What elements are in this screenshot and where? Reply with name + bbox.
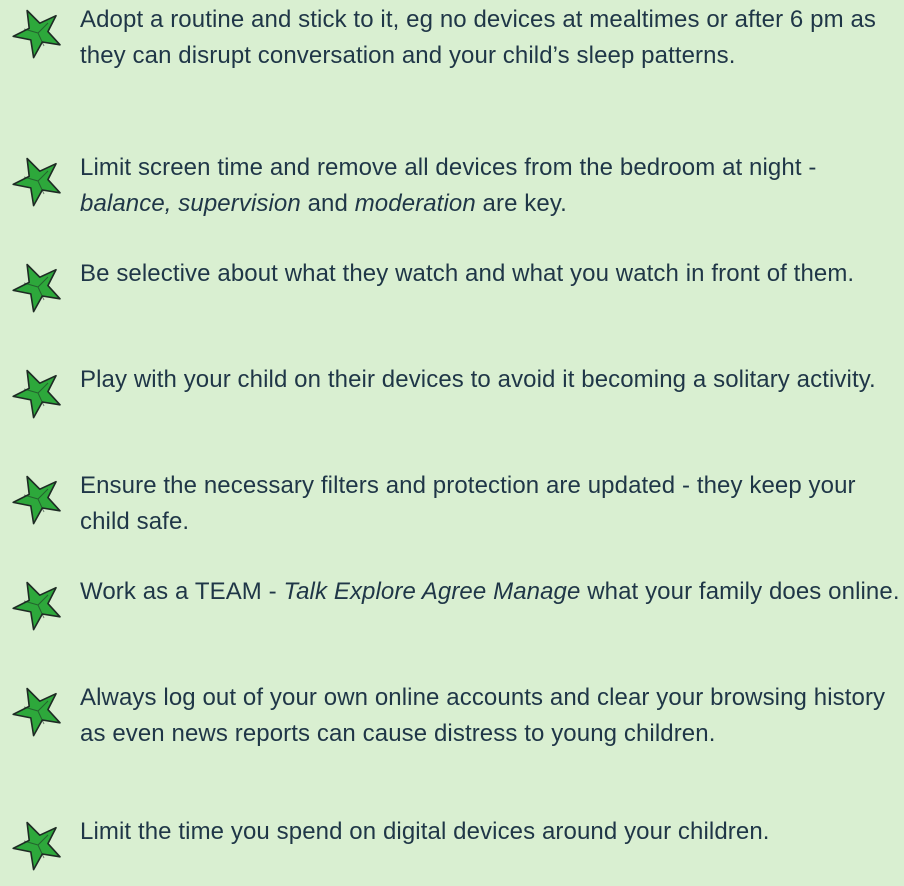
emphasis-text: Talk Explore Agree Manage: [283, 578, 581, 605]
star-bullet-icon: [12, 9, 61, 59]
tip-text: Limit screen time and remove all devices…: [80, 154, 817, 217]
tip-text: Always log out of your own online accoun…: [80, 684, 886, 747]
emphasis-text: moderation: [354, 190, 476, 217]
tip-text: Ensure the necessary filters and protect…: [80, 472, 856, 535]
star-bullet-icon: [12, 369, 61, 419]
star-bullet-icon: [12, 263, 61, 313]
tip-text: Play with your child on their devices to…: [80, 366, 876, 393]
star-bullet-icon: [12, 687, 61, 737]
star-bullet-icon: [12, 157, 61, 207]
emphasis-text: balance, supervision: [80, 190, 301, 217]
star-bullet-icon: [12, 821, 61, 871]
tip-text: Work as a TEAM - Talk Explore Agree Mana…: [80, 578, 900, 605]
star-bullet-icon: [12, 581, 61, 631]
tip-text: Adopt a routine and stick to it, eg no d…: [80, 6, 877, 69]
tip-text: Be selective about what they watch and w…: [80, 260, 855, 287]
star-bullet-icon: [12, 475, 61, 525]
tips-list: Adopt a routine and stick to it, eg no d…: [0, 0, 904, 886]
tip-text: Limit the time you spend on digital devi…: [80, 818, 770, 845]
